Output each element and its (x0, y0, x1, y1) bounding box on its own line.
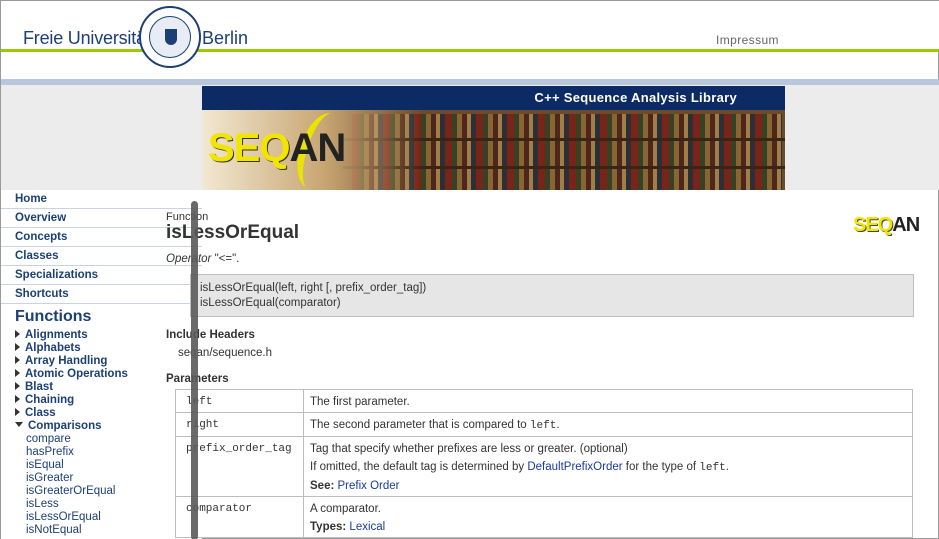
seqan-logo: SEQAN (208, 126, 346, 170)
include-headers-heading: Include Headers (166, 329, 255, 341)
signature-line: isLessOrEqual(comparator) (200, 297, 341, 309)
parameters-table: left The first parameter. right The seco… (175, 389, 913, 538)
banner-title: C++ Sequence Analysis Library (202, 86, 785, 110)
seqan-small-logo: SEQAN (853, 214, 920, 236)
param-desc: The second parameter that is compared to… (303, 412, 913, 437)
param-desc: A comparator. Types: Lexical (303, 496, 913, 538)
expand-arrow-icon[interactable] (15, 369, 20, 377)
expand-arrow-icon[interactable] (15, 356, 20, 364)
seqan-banner: SEQAN C++ Sequence Analysis Library (202, 86, 785, 190)
default-prefix-order-link[interactable]: DefaultPrefixOrder (527, 461, 622, 473)
expand-arrow-icon[interactable] (15, 408, 20, 416)
university-seal-icon[interactable] (139, 6, 201, 68)
university-city[interactable]: Berlin (202, 28, 248, 49)
expand-arrow-icon[interactable] (15, 382, 20, 390)
signature-box: isLessOrEqual(left, right [, prefix_orde… (190, 274, 914, 317)
param-desc: Tag that specify whether prefixes are le… (303, 436, 913, 497)
table-row: left The first parameter. (175, 389, 913, 413)
impressum-link[interactable]: Impressum (716, 33, 779, 47)
expand-arrow-icon[interactable] (15, 395, 20, 403)
main-content: Function isLessOrEqual SEQAN Operator "<… (166, 190, 939, 539)
collapse-arrow-icon[interactable] (15, 422, 23, 427)
sidebar-scrollbar[interactable] (191, 201, 198, 539)
expand-arrow-icon[interactable] (15, 343, 20, 351)
prefix-order-link[interactable]: Prefix Order (338, 480, 400, 492)
function-description: Operator "<=". (166, 253, 240, 265)
lexical-link[interactable]: Lexical (349, 521, 385, 533)
table-row: right The second parameter that is compa… (175, 412, 913, 437)
expand-arrow-icon[interactable] (15, 330, 20, 338)
university-name[interactable]: Freie Universität (23, 28, 151, 49)
page-title: isLessOrEqual (166, 222, 300, 243)
table-row: prefix_order_tag Tag that specify whethe… (175, 436, 913, 497)
param-desc: The first parameter. (303, 389, 913, 413)
signature-line: isLessOrEqual(left, right [, prefix_orde… (200, 282, 427, 294)
table-row: comparator A comparator. Types: Lexical (175, 496, 913, 538)
